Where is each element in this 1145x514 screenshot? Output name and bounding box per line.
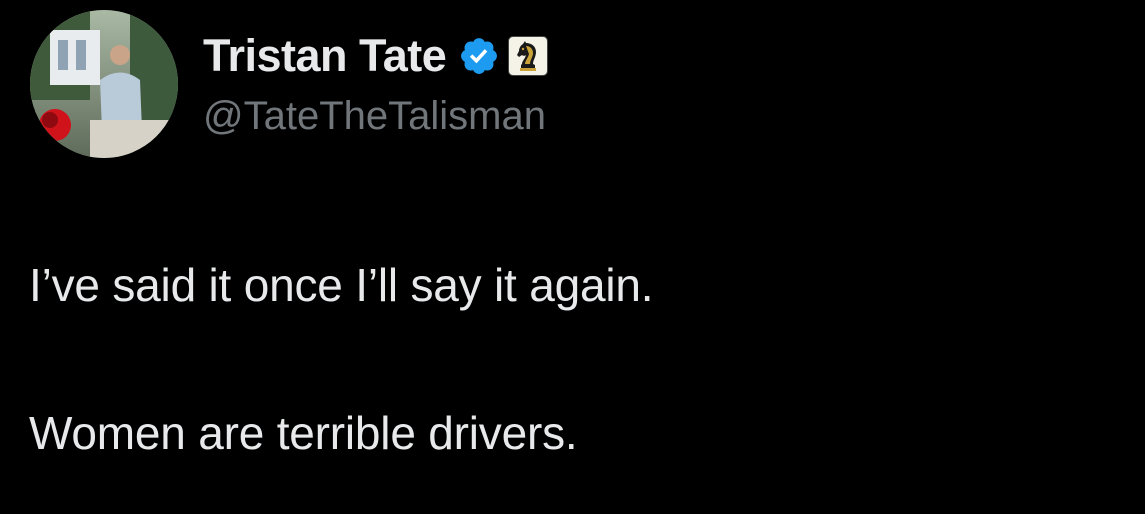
author-display-name[interactable]: Tristan Tate [203, 30, 447, 82]
tweet: Tristan Tate @TateTheTalisman I’ve said … [0, 0, 1145, 514]
author-name-row: Tristan Tate [203, 26, 549, 86]
avatar-photo [30, 10, 178, 158]
author-avatar[interactable] [30, 10, 178, 158]
tweet-text-line: I’ve said it once I’ll say it again. [29, 259, 654, 311]
knight-chess-piece-icon[interactable] [508, 36, 549, 76]
verified-badge-icon [458, 35, 500, 77]
author-handle[interactable]: @TateTheTalisman [203, 94, 546, 139]
tweet-text-line: Women are terrible drivers. [29, 407, 578, 459]
